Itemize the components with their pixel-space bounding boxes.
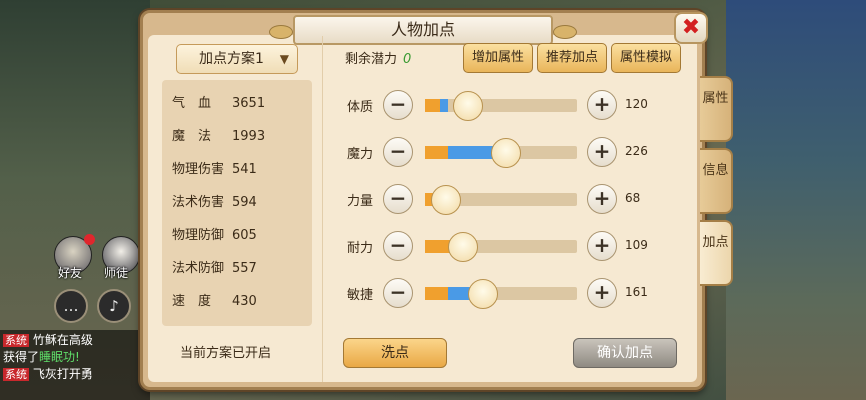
slider-base-fill xyxy=(425,146,448,159)
attribute-name: 力量 xyxy=(347,194,374,209)
decrease-button[interactable]: − xyxy=(383,231,413,261)
tab-label: 加点 xyxy=(702,235,729,250)
attribute-value: 109 xyxy=(625,238,648,252)
chat-line: 获得了睡眠功! xyxy=(3,349,147,366)
stat-row: 速 度 430 xyxy=(172,292,257,312)
attribute-value: 161 xyxy=(625,285,648,299)
decrease-button[interactable]: − xyxy=(383,184,413,214)
chat-line: 系统 竹稣在高级 xyxy=(3,332,147,349)
chat-bubble-icon[interactable]: … xyxy=(54,289,88,323)
chat-tag: 系统 xyxy=(3,334,29,347)
stat-name: 物理防御 xyxy=(172,228,225,243)
decrease-button[interactable]: − xyxy=(383,137,413,167)
increase-button[interactable]: + xyxy=(587,137,617,167)
attribute-slider[interactable] xyxy=(425,91,577,121)
stat-name: 速 度 xyxy=(172,294,212,309)
notification-dot xyxy=(84,234,95,245)
stat-value: 3651 xyxy=(232,96,266,111)
stat-row: 魔 法 1993 xyxy=(172,127,265,147)
slider-base-fill xyxy=(425,99,441,112)
tab-label: 属性 xyxy=(702,91,729,106)
stat-name: 魔 法 xyxy=(172,129,212,144)
stats-list: 气 血 3651 魔 法 1993 物理伤害 541 法术伤害 594 物理防御 605 … xyxy=(162,80,312,326)
attribute-value: 226 xyxy=(625,144,648,158)
chat-text: 获得了 xyxy=(3,350,40,364)
microphone-icon[interactable]: ♪ xyxy=(97,289,131,323)
stat-name: 气 血 xyxy=(172,96,212,111)
chat-text: 飞灰打开勇 xyxy=(32,367,93,381)
scheme-dropdown-value: 加点方案1 xyxy=(199,51,264,67)
attribute-slider[interactable] xyxy=(425,138,577,168)
stat-name: 法术防御 xyxy=(172,261,225,276)
game-background-right xyxy=(726,0,866,400)
slider-handle[interactable] xyxy=(467,279,498,309)
slider-added-fill xyxy=(440,99,448,112)
slider-handle[interactable] xyxy=(448,232,478,262)
scheme-status-text: 当前方案已开启 xyxy=(180,346,272,361)
attribute-slider[interactable] xyxy=(425,185,577,215)
tab-info[interactable]: 信息 xyxy=(700,148,733,214)
attribute-slider[interactable] xyxy=(425,232,577,262)
attribute-row-constitution: 体质 − + 120 xyxy=(343,88,673,122)
stat-name: 法术伤害 xyxy=(172,195,225,210)
stat-name: 物理伤害 xyxy=(172,162,225,177)
chat-highlight: 睡眠功! xyxy=(39,350,80,364)
chat-line: 系统 飞灰打开勇 xyxy=(3,366,147,383)
stat-row: 气 血 3651 xyxy=(172,94,265,114)
chat-log: 系统 竹稣在高级 获得了睡眠功! 系统 飞灰打开勇 xyxy=(0,330,150,400)
attribute-name: 耐力 xyxy=(347,241,374,256)
slider-base-fill xyxy=(425,287,448,300)
stat-row: 物理伤害 541 xyxy=(172,160,257,180)
potential-readout: 剩余潜力 0 xyxy=(345,48,411,67)
potential-label: 剩余潜力 xyxy=(345,52,398,67)
increase-button[interactable]: + xyxy=(587,184,617,214)
chat-tag: 系统 xyxy=(3,368,29,381)
stat-value: 594 xyxy=(232,195,257,210)
stat-row: 法术伤害 594 xyxy=(172,193,257,213)
master-label: 师徒 xyxy=(104,266,129,280)
attribute-name: 敏捷 xyxy=(347,288,374,303)
stat-value: 557 xyxy=(232,261,257,276)
attribute-value: 120 xyxy=(625,97,648,111)
increase-button[interactable]: + xyxy=(587,278,617,308)
attribute-row-endurance: 耐力 − + 109 xyxy=(343,229,673,263)
attribute-row-agility: 敏捷 − + 161 xyxy=(343,276,673,310)
stat-value: 430 xyxy=(232,294,257,309)
increase-button[interactable]: + xyxy=(587,90,617,120)
friends-label: 好友 xyxy=(58,266,83,280)
attribute-name: 体质 xyxy=(347,100,374,115)
allocation-column: 剩余潜力 0 增加属性 推荐加点 属性模拟 体质 − + 120 魔力 − + 2… xyxy=(322,36,692,382)
stat-row: 物理防御 605 xyxy=(172,226,257,246)
tab-attributes[interactable]: 属性 xyxy=(700,76,733,142)
attribute-row-magic: 魔力 − + 226 xyxy=(343,135,673,169)
attribute-name: 魔力 xyxy=(347,147,374,162)
decrease-button[interactable]: − xyxy=(383,278,413,308)
tab-label: 信息 xyxy=(702,163,729,178)
reset-points-button[interactable]: 洗点 xyxy=(343,338,447,368)
increase-button[interactable]: + xyxy=(587,231,617,261)
stat-value: 541 xyxy=(232,162,257,177)
slider-handle[interactable] xyxy=(490,138,521,168)
simulate-attribute-button[interactable]: 属性模拟 xyxy=(611,43,681,73)
stat-row: 法术防御 557 xyxy=(172,259,257,279)
confirm-points-button[interactable]: 确认加点 xyxy=(573,338,677,368)
attribute-value: 68 xyxy=(625,191,641,205)
stats-column: 加点方案1 ▼ 气 血 3651 魔 法 1993 物理伤害 541 法术伤害 594 … xyxy=(150,36,320,382)
chat-text: 竹稣在高级 xyxy=(32,333,93,347)
slider-handle[interactable] xyxy=(452,91,483,121)
scheme-dropdown[interactable]: 加点方案1 ▼ xyxy=(176,44,298,74)
attribute-row-strength: 力量 − + 68 xyxy=(343,182,673,216)
potential-value: 0 xyxy=(403,52,412,67)
add-attribute-button[interactable]: 增加属性 xyxy=(463,43,533,73)
attribute-slider[interactable] xyxy=(425,279,577,309)
slider-handle[interactable] xyxy=(431,185,462,215)
social-shortcuts: 好友 师徒 xyxy=(50,234,145,284)
recommend-points-button[interactable]: 推荐加点 xyxy=(537,43,607,73)
decrease-button[interactable]: − xyxy=(383,90,413,120)
chevron-down-icon: ▼ xyxy=(279,52,289,66)
stat-value: 1993 xyxy=(232,129,266,144)
tab-allocate-points[interactable]: 加点 xyxy=(700,220,733,286)
stat-value: 605 xyxy=(232,228,257,243)
